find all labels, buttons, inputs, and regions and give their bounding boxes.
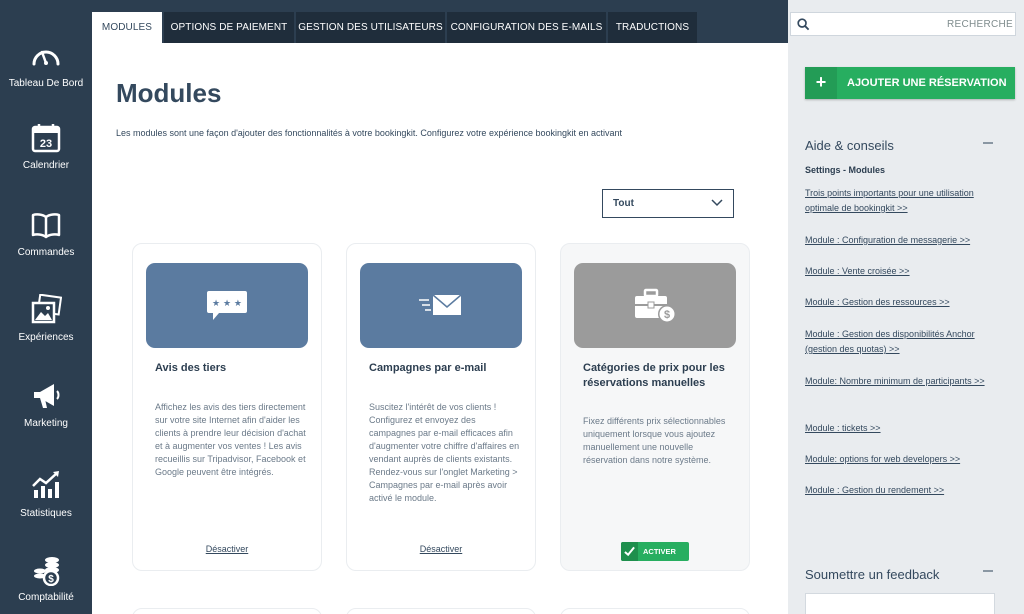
module-card-price-categories: $ Catégories de prix pour les réservatio… — [560, 243, 750, 571]
main-content: Modules Les modules sont une façon d'ajo… — [92, 43, 788, 614]
sidebar-item-calendar[interactable]: 23 Calendrier — [0, 122, 92, 171]
dashboard-gauge-icon — [32, 50, 60, 66]
sidebar-item-label: Commandes — [17, 247, 75, 258]
collapse-feedback-icon[interactable] — [983, 570, 993, 572]
deactivate-link[interactable]: Désactiver — [133, 544, 321, 554]
tab-modules[interactable]: MODULES — [92, 12, 162, 43]
book-icon — [31, 213, 61, 239]
module-banner: $ — [574, 263, 736, 348]
sidebar-item-label: Expériences — [18, 332, 74, 343]
help-link[interactable]: Module: Nombre minimum de participants >… — [805, 374, 1000, 389]
page-title: Modules — [116, 78, 222, 108]
module-filter-select[interactable]: Tout — [602, 189, 734, 218]
help-link[interactable]: Module : Gestion du rendement >> — [805, 483, 1000, 498]
sidebar-item-label: Tableau De Bord — [8, 78, 84, 89]
sidebar-item-label: Comptabilité — [18, 592, 74, 603]
module-card-partial — [132, 608, 322, 614]
module-banner: ★ ★ ★ — [146, 263, 308, 348]
feedback-input[interactable] — [805, 593, 995, 614]
chevron-down-icon — [711, 199, 723, 207]
collapse-help-icon[interactable] — [983, 142, 993, 144]
plus-icon: + — [805, 67, 837, 99]
checkmark-icon — [621, 542, 638, 561]
sidebar-item-label: Calendrier — [22, 160, 70, 171]
help-section-title: Aide & conseils — [805, 138, 894, 153]
module-card-email-campaigns: Campagnes par e-mail Suscitez l'intérêt … — [346, 243, 536, 571]
svg-text:★ ★ ★: ★ ★ ★ — [212, 299, 242, 309]
sidebar-item-dashboard[interactable]: Tableau De Bord — [0, 40, 92, 89]
tab-translations[interactable]: TRADUCTIONS — [608, 12, 697, 43]
help-section-subtitle: Settings - Modules — [805, 165, 886, 175]
top-tab-bar: MODULES OPTIONS DE PAIEMENT GESTION DES … — [92, 0, 788, 43]
search-input[interactable] — [817, 13, 1013, 35]
svg-text:$: $ — [48, 574, 54, 585]
calendar-day: 23 — [40, 138, 52, 150]
sidebar: Tableau De Bord 23 Calendrier Commandes … — [0, 0, 92, 614]
help-link[interactable]: Module : Configuration de messagerie >> — [805, 233, 1000, 248]
sidebar-item-label: Marketing — [24, 418, 68, 429]
filter-selected-value: Tout — [613, 198, 634, 209]
search-icon — [797, 18, 810, 31]
sidebar-item-orders[interactable]: Commandes — [0, 209, 92, 258]
module-card-partial — [560, 608, 750, 614]
module-banner — [360, 263, 522, 348]
svg-text:$: $ — [664, 309, 670, 321]
chart-growth-icon — [32, 471, 59, 498]
module-description: Affichez les avis des tiers directement … — [155, 402, 306, 477]
email-fast-icon — [419, 293, 462, 315]
review-bubble-icon: ★ ★ ★ — [207, 290, 247, 320]
module-title: Avis des tiers — [155, 362, 227, 374]
activate-button[interactable]: ACTIVER — [621, 542, 689, 561]
calendar-icon: 23 — [31, 124, 61, 153]
module-card-partial — [346, 608, 536, 614]
module-title: Catégories de prix pour les réservations… — [583, 362, 725, 389]
page-description: Les modules sont une façon d'ajouter des… — [116, 128, 623, 138]
add-reservation-button[interactable]: + AJOUTER UNE RÉSERVATION — [805, 67, 1015, 99]
module-title: Campagnes par e-mail — [369, 362, 487, 374]
sidebar-item-marketing[interactable]: Marketing — [0, 380, 92, 429]
tab-payment-options[interactable]: OPTIONS DE PAIEMENT — [164, 12, 294, 43]
activate-label: ACTIVER — [643, 547, 676, 556]
search-box — [790, 12, 1016, 36]
deactivate-link[interactable]: Désactiver — [347, 544, 535, 554]
photos-icon — [31, 294, 62, 324]
sidebar-item-statistics[interactable]: Statistiques — [0, 470, 92, 519]
sidebar-item-accounting[interactable]: $ Comptabilité — [0, 554, 92, 603]
help-link[interactable]: Module: options for web developers >> — [805, 452, 1000, 467]
right-panel: + AJOUTER UNE RÉSERVATION Aide & conseil… — [788, 0, 1024, 614]
sidebar-item-label: Statistiques — [20, 508, 72, 519]
help-link[interactable]: Module : Gestion des disponibilités Anch… — [805, 327, 1000, 357]
tab-email-configuration[interactable]: CONFIGURATION DES E-MAILS — [447, 12, 606, 43]
tab-user-management[interactable]: GESTION DES UTILISATEURS — [296, 12, 445, 43]
briefcase-dollar-icon: $ — [635, 288, 676, 323]
sidebar-item-experiences[interactable]: Expériences — [0, 294, 92, 343]
module-card-third-party-reviews: ★ ★ ★ Avis des tiers Affichez les avis d… — [132, 243, 322, 571]
help-link[interactable]: Module : tickets >> — [805, 421, 1000, 436]
module-description: Suscitez l'intérêt de vos clients ! Conf… — [369, 402, 520, 503]
help-link[interactable]: Trois points importants pour une utilisa… — [805, 186, 1000, 216]
feedback-section-title: Soumettre un feedback — [805, 567, 940, 582]
coins-icon: $ — [34, 557, 60, 586]
megaphone-icon — [34, 384, 60, 408]
add-reservation-label: AJOUTER UNE RÉSERVATION — [847, 77, 1007, 89]
module-description: Fixez différents prix sélectionnables un… — [583, 416, 726, 465]
help-link[interactable]: Module : Vente croisée >> — [805, 264, 1000, 279]
help-link[interactable]: Module : Gestion des ressources >> — [805, 295, 1000, 310]
